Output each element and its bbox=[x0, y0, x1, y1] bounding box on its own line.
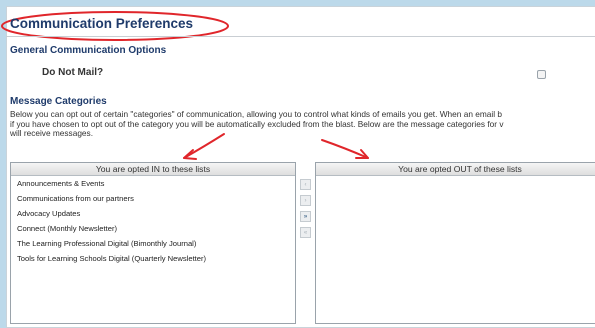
opted-in-header: You are opted IN to these lists bbox=[11, 163, 295, 176]
opted-in-list[interactable]: You are opted IN to these lists Announce… bbox=[10, 162, 296, 324]
description-line: if you have chosen to opt out of the cat… bbox=[10, 118, 504, 129]
title-divider bbox=[6, 36, 595, 37]
list-item[interactable]: Tools for Learning Schools Digital (Quar… bbox=[11, 251, 295, 266]
list-item[interactable]: The Learning Professional Digital (Bimon… bbox=[11, 236, 295, 251]
general-options-heading: General Communication Options bbox=[10, 45, 167, 56]
move-one-left-button[interactable]: ‹ bbox=[300, 179, 311, 190]
list-item[interactable]: Advocacy Updates bbox=[11, 206, 295, 221]
opted-out-list[interactable]: You are opted OUT of these lists bbox=[315, 162, 595, 324]
page-title: Communication Preferences bbox=[10, 16, 194, 31]
do-not-mail-checkbox[interactable] bbox=[537, 70, 546, 79]
list-item[interactable]: Connect (Monthly Newsletter) bbox=[11, 221, 295, 236]
opted-out-header: You are opted OUT of these lists bbox=[316, 163, 595, 176]
message-categories-heading: Message Categories bbox=[10, 96, 107, 107]
move-one-right-button[interactable]: › bbox=[300, 195, 311, 206]
move-all-right-button[interactable]: » bbox=[300, 211, 311, 222]
list-item[interactable]: Announcements & Events bbox=[11, 176, 295, 191]
move-all-left-button[interactable]: « bbox=[300, 227, 311, 238]
do-not-mail-label: Do Not Mail? bbox=[42, 67, 104, 78]
list-item[interactable]: Communications from our partners bbox=[11, 191, 295, 206]
description-text: Below you can opt out of certain "catego… bbox=[10, 109, 595, 139]
description-line: will receive messages. bbox=[10, 128, 93, 138]
